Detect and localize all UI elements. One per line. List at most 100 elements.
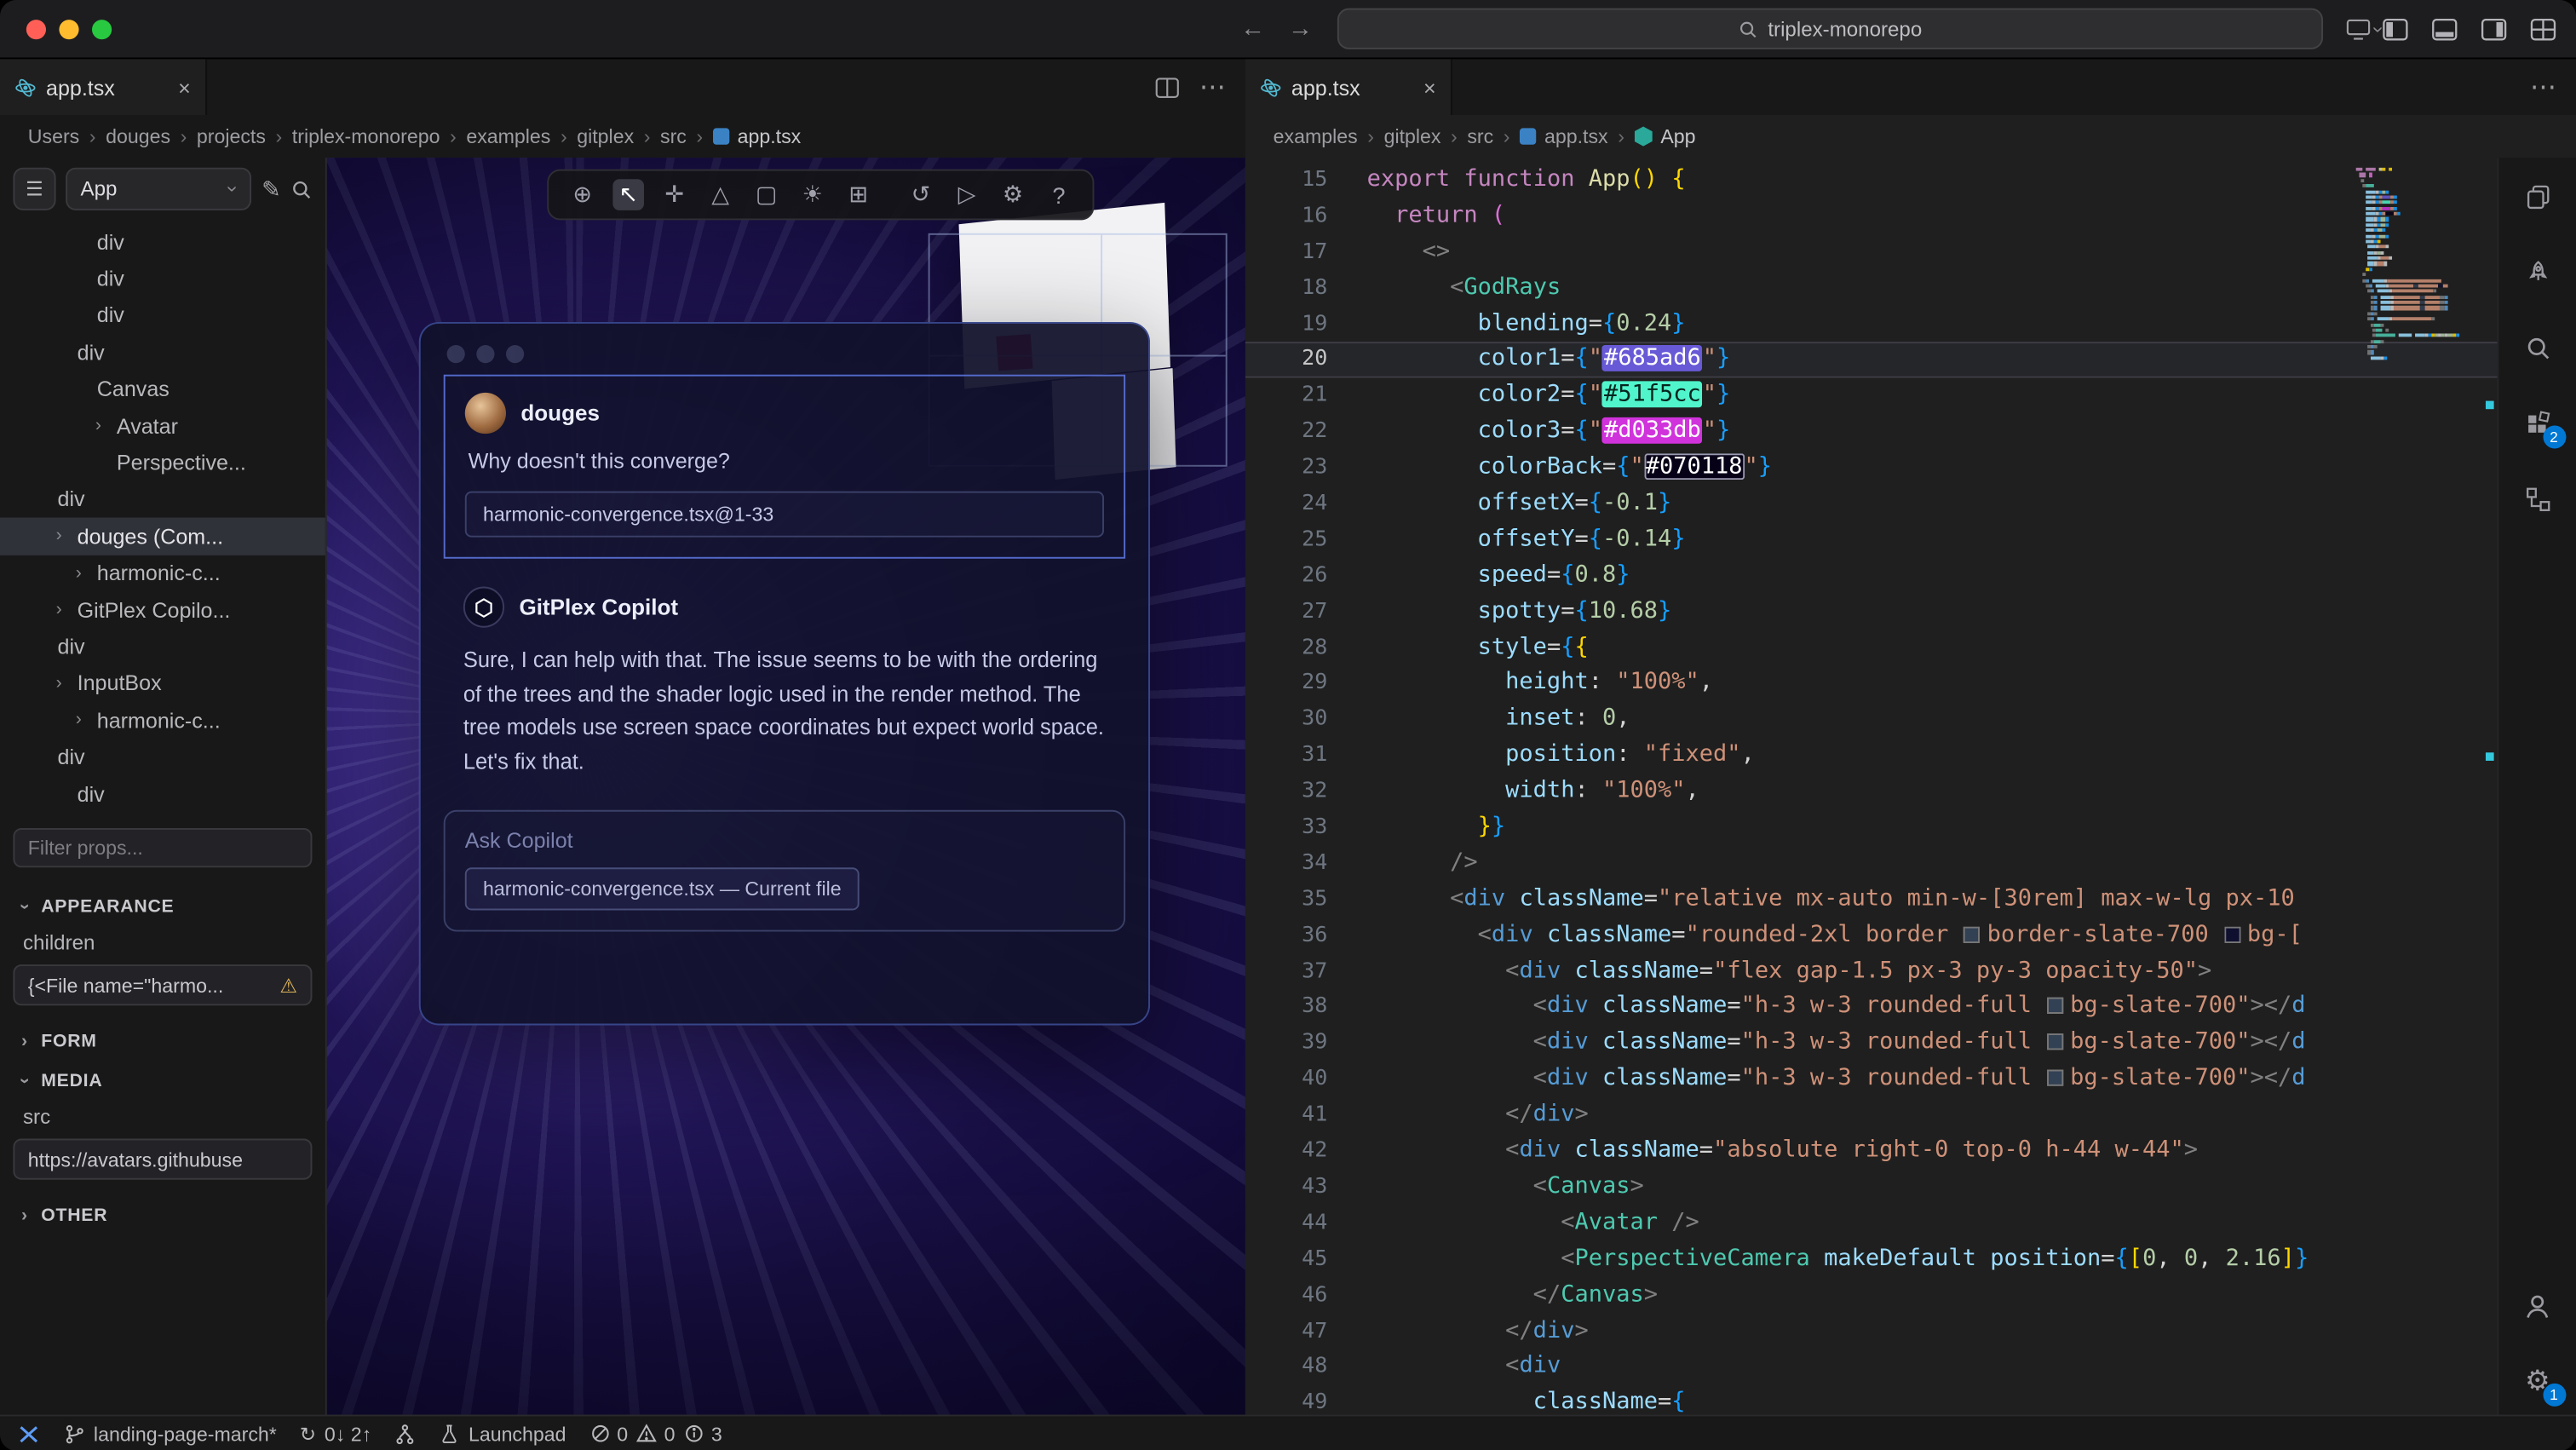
component-scope-select[interactable]: App › [66, 168, 251, 210]
code-line[interactable]: 30 inset: 0, [1245, 702, 2498, 738]
edit-icon[interactable]: ✎ [262, 175, 281, 203]
code-line[interactable]: 18 <GodRays [1245, 271, 2498, 307]
settings-icon[interactable]: ⚙ [998, 179, 1029, 210]
tab-app-tsx-left[interactable]: app.tsx × [0, 59, 207, 115]
breadcrumb-item[interactable]: triplex-monorepo [292, 125, 440, 148]
breadcrumb-item[interactable]: examples [466, 125, 550, 148]
tree-item-div[interactable]: div [0, 775, 325, 812]
extensions-icon[interactable]: 2 [2521, 407, 2554, 440]
code-line[interactable]: 19 blending={0.24} [1245, 307, 2498, 342]
close-tab-icon[interactable]: × [178, 75, 191, 100]
breadcrumb-item[interactable]: gitplex [1384, 125, 1441, 148]
code-line[interactable]: 39 <div className="h-3 w-3 rounded-full … [1245, 1026, 2498, 1062]
code-line[interactable]: 28 style={{ [1245, 630, 2498, 666]
breadcrumb-item[interactable]: App [1634, 125, 1695, 148]
section-header-other[interactable]: ›OTHER [0, 1197, 325, 1236]
code-line[interactable]: 40 <div className="h-3 w-3 rounded-full … [1245, 1062, 2498, 1097]
account-icon[interactable] [2521, 1290, 2554, 1323]
more-actions-icon[interactable]: ⋯ [2530, 71, 2556, 104]
file-reference-chip[interactable]: harmonic-convergence.tsx@1-33 [465, 492, 1104, 538]
cursor-icon[interactable]: ↖ [612, 179, 644, 210]
globe-icon[interactable]: ⊕ [566, 179, 598, 210]
tree-item-div[interactable]: div [0, 223, 325, 260]
layers-icon[interactable]: ☰ [13, 168, 55, 210]
code-editor[interactable]: 15export function App() {16 return (17 <… [1245, 158, 2498, 1414]
workflow-icon[interactable] [2521, 483, 2554, 516]
code-line[interactable]: 44 <Avatar /> [1245, 1205, 2498, 1241]
breadcrumb-item[interactable]: projects [197, 125, 266, 148]
section-header-appearance[interactable]: ›APPEARANCE [0, 888, 325, 927]
attachment-chip[interactable]: harmonic-convergence.tsx — Current file [465, 868, 860, 911]
scene-viewport[interactable]: douges Why doesn't this converge? harmon… [327, 158, 1245, 1414]
git-branch-status[interactable]: landing-page-march* [64, 1422, 277, 1445]
code-line[interactable]: 36 <div className="rounded-2xl border bo… [1245, 918, 2498, 954]
tree-item-gitplex-copilo[interactable]: ›GitPlex Copilo... [0, 591, 325, 628]
breadcrumb-item[interactable]: app.tsx [1520, 125, 1608, 148]
search-icon[interactable] [2521, 332, 2554, 365]
maximize-window-button[interactable] [92, 19, 112, 38]
help-icon[interactable]: ? [1044, 179, 1075, 210]
tree-item-div[interactable]: div [0, 334, 325, 371]
light-icon[interactable]: ☀ [796, 179, 828, 210]
problems-status[interactable]: 0 0 3 [589, 1422, 722, 1445]
code-line[interactable]: 38 <div className="h-3 w-3 rounded-full … [1245, 990, 2498, 1026]
code-line[interactable]: 43 <Canvas> [1245, 1170, 2498, 1205]
tree-item-div[interactable]: div [0, 628, 325, 665]
breadcrumb-item[interactable]: gitplex [577, 125, 634, 148]
code-line[interactable]: 49 className={ [1245, 1385, 2498, 1414]
tree-item-douges-com[interactable]: ›douges (Com... [0, 518, 325, 555]
code-line[interactable]: 16 return ( [1245, 199, 2498, 234]
launchpad-button[interactable]: Launchpad [439, 1422, 566, 1445]
property-input[interactable]: {<File name="harmo...⚠ [13, 965, 312, 1006]
code-line[interactable]: 31 position: "fixed", [1245, 738, 2498, 774]
close-window-button[interactable] [26, 19, 46, 38]
tree-item-div[interactable]: div [0, 739, 325, 775]
tree-item-inputbox[interactable]: ›InputBox [0, 665, 325, 701]
toggle-panel-icon[interactable] [2431, 17, 2458, 40]
undo-icon[interactable]: ↺ [906, 179, 937, 210]
breadcrumb-item[interactable]: src [660, 125, 687, 148]
search-icon[interactable] [290, 178, 312, 199]
split-editor-icon[interactable] [1155, 77, 1180, 98]
code-line[interactable]: 17 <> [1245, 234, 2498, 270]
triplex-rocket-icon[interactable] [2521, 256, 2554, 290]
code-line[interactable]: 27 spotty={10.68} [1245, 595, 2498, 630]
breadcrumb-item[interactable]: Users [28, 125, 79, 148]
tree-item-avatar[interactable]: ›Avatar [0, 407, 325, 444]
scale-icon[interactable]: △ [704, 179, 736, 210]
breadcrumb-item[interactable]: src [1467, 125, 1493, 148]
close-tab-icon[interactable]: × [1423, 75, 1436, 100]
code-line[interactable]: 29 height: "100%", [1245, 666, 2498, 702]
tree-item-canvas[interactable]: Canvas [0, 371, 325, 407]
code-line[interactable]: 26 speed={0.8} [1245, 558, 2498, 594]
more-actions-icon[interactable]: ⋯ [1199, 71, 1226, 104]
code-line[interactable]: 32 width: "100%", [1245, 774, 2498, 810]
section-header-media[interactable]: ›MEDIA [0, 1062, 325, 1101]
command-center-search[interactable]: triplex-monorepo [1337, 9, 2323, 49]
code-line[interactable]: 42 <div className="absolute right-0 top-… [1245, 1134, 2498, 1170]
filter-props-input[interactable] [13, 828, 312, 867]
customize-layout-icon[interactable] [2530, 17, 2556, 40]
property-input[interactable]: https://avatars.githubuse [13, 1139, 312, 1180]
selected-message-block[interactable]: douges Why doesn't this converge? harmon… [444, 375, 1125, 559]
toggle-sidebar-right-icon[interactable] [2481, 17, 2507, 40]
move-icon[interactable]: ✛ [658, 179, 690, 210]
chat-panel-3d[interactable]: douges Why doesn't this converge? harmon… [419, 322, 1150, 1025]
tree-item-harmonic-c[interactable]: ›harmonic-c... [0, 555, 325, 591]
back-icon[interactable]: ← [1240, 14, 1265, 43]
remote-window-button[interactable]: › [2346, 17, 2382, 40]
tree-item-harmonic-c[interactable]: ›harmonic-c... [0, 702, 325, 739]
tab-app-tsx-right[interactable]: app.tsx × [1245, 59, 1452, 115]
code-line[interactable]: 45 <PerspectiveCamera makeDefault positi… [1245, 1241, 2498, 1277]
minimize-window-button[interactable] [59, 19, 78, 38]
code-line[interactable]: 34 /> [1245, 846, 2498, 882]
breadcrumb-item[interactable]: app.tsx [713, 125, 802, 148]
code-line[interactable]: 23 colorBack={"#070118"} [1245, 451, 2498, 486]
sync-status[interactable]: ↻ 0↓ 2↑ [300, 1422, 371, 1445]
copilot-input[interactable]: Ask Copilot harmonic-convergence.tsx — C… [444, 811, 1125, 933]
tree-item-div[interactable]: div [0, 481, 325, 518]
code-line[interactable]: 24 offsetX={-0.1} [1245, 486, 2498, 522]
copy-files-icon[interactable] [2521, 181, 2554, 214]
grid-icon[interactable]: ⊞ [842, 179, 874, 210]
code-line[interactable]: 35 <div className="relative mx-auto min-… [1245, 882, 2498, 918]
